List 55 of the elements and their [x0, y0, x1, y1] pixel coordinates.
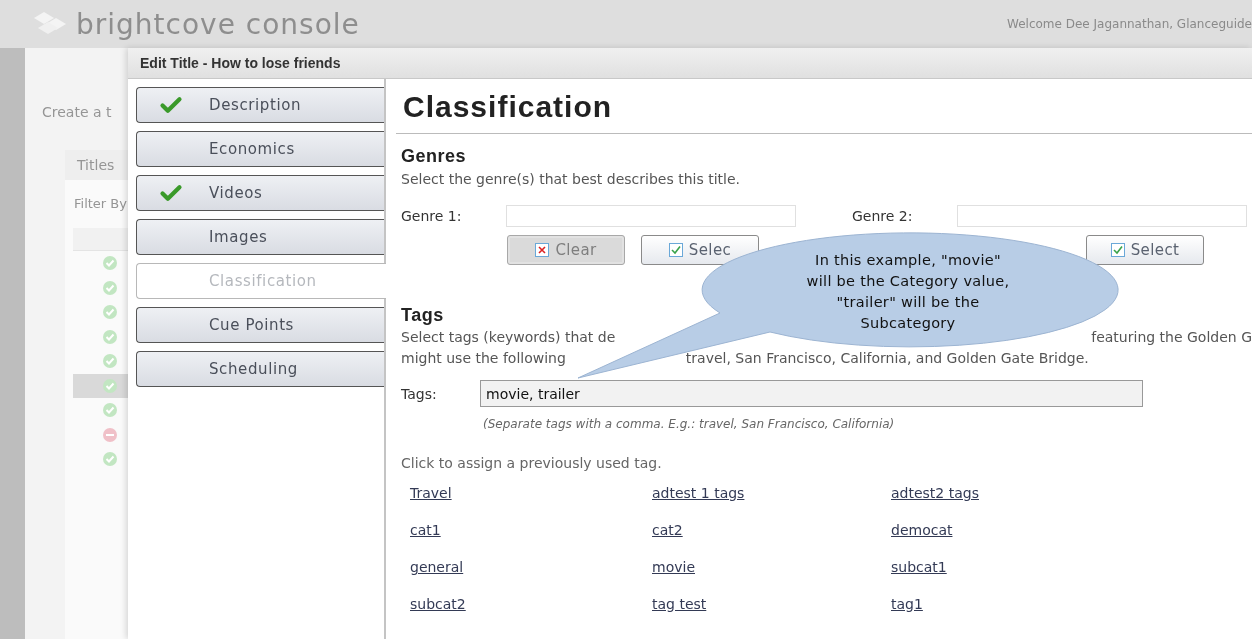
ok-status-icon — [103, 280, 117, 295]
genre-field[interactable] — [506, 205, 796, 227]
tag-link[interactable]: general — [410, 559, 464, 579]
instruction-text: Click to assign a previously used tag. — [401, 455, 663, 471]
tag-link[interactable]: tag1 — [891, 596, 923, 616]
tag-link[interactable]: Travel — [410, 485, 452, 505]
checkbox-icon — [668, 243, 683, 257]
section-heading: Genres — [401, 146, 467, 167]
ok-status-icon — [103, 305, 117, 320]
tag-link[interactable]: tag test — [652, 596, 707, 616]
nav-tab[interactable]: Economics — [136, 131, 384, 167]
checkbox-icon — [1110, 243, 1125, 257]
page-text: Create a t — [41, 104, 113, 122]
error-status-icon — [103, 427, 117, 442]
tag-link[interactable]: subcat1 — [891, 559, 947, 579]
tag-link[interactable]: adtest2 tags — [891, 485, 979, 505]
ok-status-icon — [103, 329, 117, 344]
description-text: featuring the Golden G — [1091, 329, 1252, 345]
tag-link[interactable]: democat — [891, 522, 953, 542]
tags-field[interactable]: movie, trailer — [480, 380, 1143, 407]
clear-icon — [535, 243, 550, 257]
filter-label: Filter By — [73, 196, 128, 213]
select-button[interactable]: Select — [1086, 235, 1204, 265]
description-text: might use the following — [401, 350, 566, 366]
hint-text: (Separate tags with a comma. E.g.: travel, San Francisco, California) — [483, 417, 896, 431]
select-button[interactable]: Selec — [641, 235, 759, 265]
tag-link[interactable]: subcat2 — [410, 596, 466, 616]
tag-link[interactable]: movie — [652, 559, 695, 579]
genre-field[interactable] — [957, 205, 1247, 227]
field-label: Genre 2: — [852, 208, 914, 224]
nav-tab[interactable]: Description — [136, 87, 384, 123]
welcome-text: Welcome Dee Jagannathan, Glanceguide — [1007, 17, 1252, 31]
ok-status-icon — [103, 378, 117, 393]
callout-text: In this example, "movie" will be the Category value, "trailer" will be the Subcategory — [805, 251, 1011, 333]
dialog-title: Edit Title - How to lose friends — [140, 55, 341, 71]
tag-link[interactable]: cat2 — [652, 522, 683, 542]
ok-status-icon — [103, 354, 117, 369]
nav-tab[interactable]: Images — [136, 219, 384, 255]
logo-text: brightcove console — [76, 7, 360, 41]
tag-link[interactable]: cat1 — [410, 522, 441, 542]
tag-link[interactable]: adtest 1 tags — [652, 485, 745, 505]
section-heading: Classification — [403, 89, 614, 125]
description-text: Select the genre(s) that best describes this title. — [401, 171, 741, 187]
nav-tab[interactable]: Videos — [136, 175, 384, 211]
ok-status-icon — [103, 452, 117, 467]
description-text: travel, San Francisco, California, and Golden Gate Bridge. — [685, 350, 1089, 366]
field-label: Genre 1: — [401, 208, 463, 224]
ok-status-icon — [103, 403, 117, 418]
nav-tab[interactable]: Cue Points — [136, 307, 384, 343]
table-row[interactable] — [73, 373, 128, 398]
description-text: Select tags (keywords) that de — [401, 329, 616, 345]
field-label: Tags: — [401, 385, 438, 402]
section-heading: Tags — [401, 305, 444, 326]
nav-tab[interactable]: Scheduling — [136, 351, 384, 387]
ok-status-icon — [103, 256, 117, 271]
